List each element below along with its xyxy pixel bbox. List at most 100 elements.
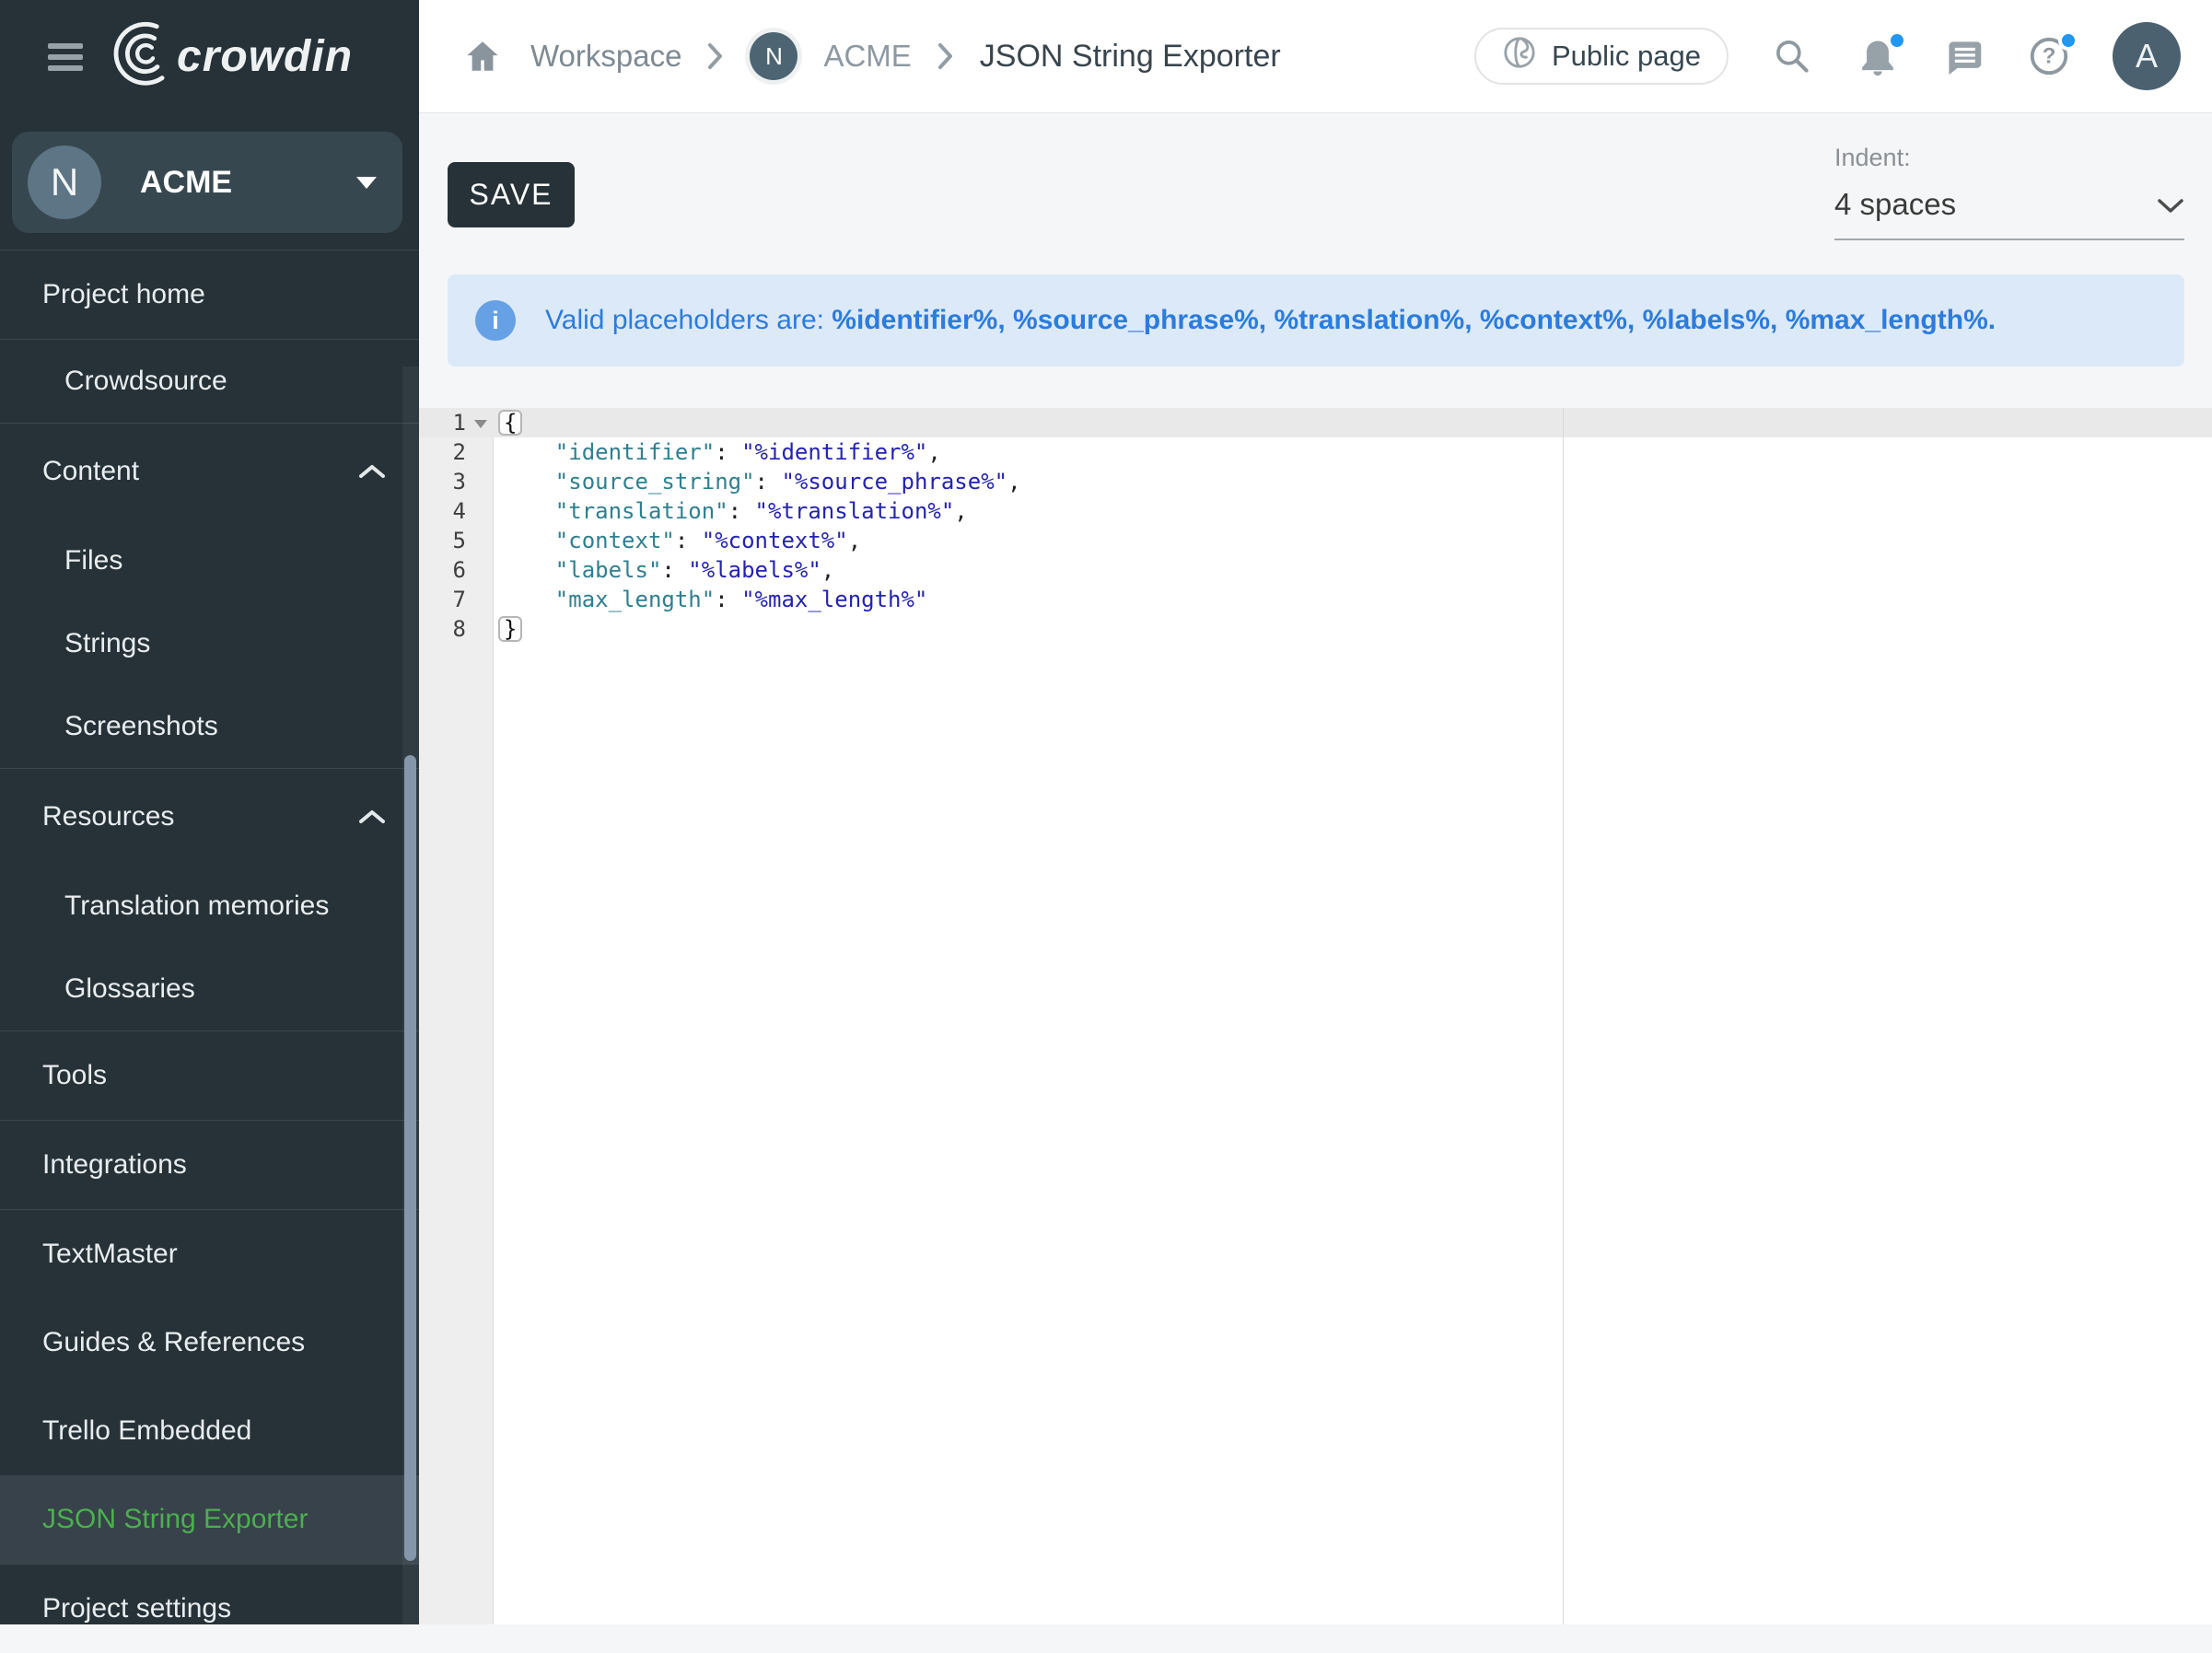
project-selector[interactable]: N ACME (12, 132, 402, 233)
topbar-actions: Public page (1474, 22, 2212, 90)
line-number: 8 (419, 614, 494, 644)
code-text: "translation": "%translation%", (494, 496, 968, 526)
sidebar-item-crowdsource[interactable]: Crowdsource (0, 340, 419, 423)
code-text: "max_length": "%max_length%" (494, 585, 927, 614)
sidebar-item-strings[interactable]: Strings (0, 602, 419, 685)
code-line-4: 4 "translation": "%translation%", (419, 496, 2212, 526)
sidebar-item-glossaries[interactable]: Glossaries (0, 948, 419, 1030)
code-line-1: 1{ (419, 408, 2212, 437)
line-number: 2 (419, 437, 494, 467)
search-icon[interactable] (1770, 34, 1814, 78)
sidebar-item-label: Guides & References (42, 1327, 305, 1358)
sidebar-item-label: Project settings (42, 1593, 231, 1624)
top-bar: Workspace N ACME JSON String Exporter Pu… (419, 0, 2212, 113)
messages-icon[interactable] (1941, 34, 1985, 78)
sidebar-item-screenshots[interactable]: Screenshots (0, 685, 419, 768)
sidebar-item-label: Resources (42, 801, 174, 832)
indent-value: 4 spaces (1834, 187, 1956, 222)
sidebar-item-resources[interactable]: Resources (0, 769, 419, 865)
sidebar-item-label: Tools (42, 1060, 107, 1091)
code-line-2: 2 "identifier": "%identifier%", (419, 437, 2212, 467)
info-banner: i Valid placeholders are: %identifier%, … (448, 274, 2184, 367)
sidebar-item-label: Content (42, 456, 139, 487)
sidebar-item-label: Screenshots (64, 711, 218, 742)
sidebar-item-integrations[interactable]: Integrations (0, 1121, 419, 1209)
code-line-3: 3 "source_string": "%source_phrase%", (419, 467, 2212, 496)
svg-text:?: ? (2043, 44, 2056, 69)
code-text: "identifier": "%identifier%", (494, 437, 941, 467)
sidebar-item-project-home[interactable]: Project home (0, 250, 419, 339)
user-avatar[interactable]: A (2113, 22, 2181, 90)
crowdin-logo-text: crowdin (177, 31, 353, 82)
sidebar-scrollbar-thumb[interactable] (404, 755, 416, 1561)
sidebar-item-label: Translation memories (64, 891, 329, 922)
sidebar-item-label: JSON String Exporter (42, 1504, 308, 1535)
column-ruler (1563, 408, 1564, 1624)
indent-label: Indent: (1834, 144, 2184, 172)
sidebar-item-label: Strings (64, 628, 150, 659)
save-button[interactable]: SAVE (448, 162, 575, 227)
chevron-down-icon (2157, 187, 2184, 222)
line-number: 1 (419, 408, 494, 437)
home-icon[interactable] (460, 34, 505, 78)
sidebar-nav: Project home Crowdsource Content Files Strin… (0, 250, 419, 1653)
code-line-8: 8} (419, 614, 2212, 644)
breadcrumb: Workspace N ACME JSON String Exporter (419, 32, 1281, 80)
sidebar: crowdin N ACME Project home Crowdsource Co… (0, 0, 419, 1624)
project-avatar: N (28, 146, 101, 219)
sidebar-item-translation-memories[interactable]: Translation memories (0, 865, 419, 948)
chevron-right-icon (937, 42, 954, 70)
sidebar-item-tools[interactable]: Tools (0, 1031, 419, 1120)
breadcrumb-project[interactable]: ACME (823, 39, 911, 74)
sidebar-item-label: Trello Embedded (42, 1415, 251, 1447)
sidebar-item-files[interactable]: Files (0, 519, 419, 602)
line-number: 7 (419, 585, 494, 614)
code-text: "source_string": "%source_phrase%", (494, 467, 1021, 496)
info-icon: i (475, 300, 516, 341)
sidebar-item-content[interactable]: Content (0, 424, 419, 519)
sidebar-item-project-settings[interactable]: Project settings (0, 1565, 419, 1653)
sidebar-item-label: Integrations (42, 1149, 187, 1181)
sidebar-item-guides-references[interactable]: Guides & References (0, 1298, 419, 1387)
project-name: ACME (140, 165, 356, 201)
sidebar-item-label: Crowdsource (64, 366, 227, 397)
logo-row: crowdin (0, 0, 419, 113)
help-badge (2058, 30, 2078, 51)
line-number: 3 (419, 467, 494, 496)
fold-arrow-icon[interactable] (474, 420, 487, 428)
chevron-right-icon (707, 42, 724, 70)
sidebar-item-label: Files (64, 545, 122, 576)
help-icon[interactable]: ? (2027, 34, 2071, 78)
sidebar-item-json-string-exporter[interactable]: JSON String Exporter (0, 1475, 419, 1564)
code-text: } (494, 614, 520, 644)
code-text: { (494, 408, 520, 437)
line-number: 4 (419, 496, 494, 526)
info-banner-text: Valid placeholders are: %identifier%, %s… (545, 305, 1996, 336)
notifications-bell-icon[interactable] (1856, 34, 1900, 78)
code-line-7: 7 "max_length": "%max_length%" (419, 585, 2212, 614)
public-page-label: Public page (1552, 40, 1701, 73)
sidebar-item-textmaster[interactable]: TextMaster (0, 1210, 419, 1298)
sidebar-item-trello-embedded[interactable]: Trello Embedded (0, 1387, 419, 1475)
breadcrumb-project-avatar[interactable]: N (750, 32, 797, 80)
code-line-5: 5 "context": "%context%", (419, 526, 2212, 555)
code-text: "labels": "%labels%", (494, 555, 834, 585)
chevron-up-icon (358, 809, 386, 825)
code-lines: 1{2 "identifier": "%identifier%",3 "sour… (419, 408, 2212, 644)
chevron-up-icon (358, 463, 386, 480)
breadcrumb-workspace[interactable]: Workspace (530, 39, 681, 74)
indent-select[interactable]: 4 spaces (1834, 187, 2184, 240)
menu-icon[interactable] (48, 43, 83, 71)
indent-control: Indent: 4 spaces (1834, 144, 2184, 240)
crowdin-logo-icon (111, 18, 168, 95)
page-title: JSON String Exporter (980, 39, 1281, 75)
sidebar-item-label: TextMaster (42, 1239, 178, 1270)
sidebar-item-label: Glossaries (64, 973, 195, 1005)
crowdin-logo[interactable]: crowdin (111, 18, 353, 95)
line-number: 6 (419, 555, 494, 585)
chevron-down-icon (356, 177, 377, 189)
notification-badge (1887, 30, 1907, 51)
public-page-button[interactable]: Public page (1474, 28, 1729, 85)
code-text: "context": "%context%", (494, 526, 861, 555)
code-editor[interactable]: 1{2 "identifier": "%identifier%",3 "sour… (419, 408, 2212, 1624)
